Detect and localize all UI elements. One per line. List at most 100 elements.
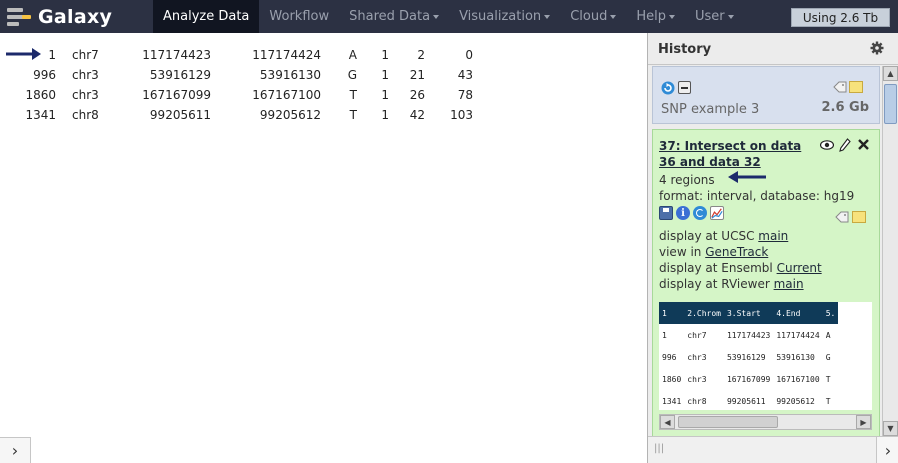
table-cell: T [349, 88, 357, 102]
tab-workflow[interactable]: Workflow [259, 0, 339, 33]
display-ucsc-main-link[interactable]: main [758, 229, 788, 243]
table-cell: 117174424 [252, 48, 321, 62]
tab-analyze-data[interactable]: Analyze Data [153, 0, 260, 33]
view-genetrack-link[interactable]: GeneTrack [705, 245, 768, 259]
table-cell: 1 [381, 48, 389, 62]
peek-cell: 117174424 [776, 330, 820, 340]
history-info: SNP example 3 2.6 Gb [652, 66, 880, 124]
peek-cell: 117174423 [726, 330, 771, 340]
dataset-format: format: interval, database: hg19 [659, 189, 855, 203]
save-icon[interactable] [659, 206, 673, 220]
rerun-icon[interactable] [693, 206, 707, 220]
tab-help[interactable]: Help [626, 0, 685, 33]
table-cell: 42 [409, 108, 425, 122]
peek-cell: 167167100 [776, 374, 820, 384]
table-cell: 996 [33, 68, 56, 82]
display-prefix: view in [659, 245, 706, 259]
tag-icon[interactable] [833, 81, 847, 93]
history-panel: History SNP example 3 2.6 Gb 37: Interse… [647, 33, 898, 463]
scroll-left-icon[interactable]: ◀ [660, 415, 675, 429]
refresh-icon[interactable] [661, 81, 675, 95]
peek-cell: chr3 [687, 374, 707, 384]
visualize-icon[interactable] [710, 206, 724, 220]
history-title: History [658, 42, 712, 57]
tag-icon[interactable] [835, 211, 849, 223]
table-cell: chr8 [72, 108, 99, 122]
peek-cell: 167167099 [726, 374, 771, 384]
caret-down-icon [727, 14, 734, 19]
pencil-icon[interactable] [839, 138, 851, 152]
tab-shared-data[interactable]: Shared Data [339, 0, 449, 33]
caret-down-icon [610, 14, 617, 19]
display-ensembl-current-link[interactable]: Current [777, 261, 822, 275]
table-cell: 26 [409, 88, 425, 102]
peek-row: 1341 chr8 99205611 99205612 T [659, 390, 838, 410]
resize-grip-icon[interactable]: ||| [654, 443, 664, 455]
table-row: 996 chr3 53916129 53916130 G 1 21 43 [0, 65, 473, 85]
collapse-all-icon[interactable] [678, 81, 691, 94]
table-cell: 167167099 [142, 88, 211, 102]
peek-row: 1860 chr3 167167099 167167100 T [659, 368, 838, 390]
history-name[interactable]: SNP example 3 [661, 102, 759, 117]
peek-horizontal-scrollbar[interactable]: ◀ ▶ [659, 414, 872, 430]
delete-icon[interactable] [857, 138, 870, 151]
peek-table: 1 2.Chrom 3.Start 4.End 5. 1 chr7 117174423 117… [659, 302, 839, 410]
pointer-arrow-icon [728, 171, 766, 183]
gear-icon[interactable] [870, 41, 884, 55]
peek-cell: T [825, 396, 831, 406]
brand[interactable]: Galaxy [4, 0, 112, 33]
table-cell: chr7 [72, 48, 99, 62]
scroll-up-icon[interactable]: ▲ [883, 66, 898, 81]
annotation-icon[interactable] [852, 211, 866, 223]
table-cell: T [349, 108, 357, 122]
annotation-icon[interactable] [849, 81, 863, 93]
scroll-down-icon[interactable]: ▼ [883, 421, 898, 436]
display-link-row: display at Ensembl Current [659, 261, 822, 275]
tab-cloud[interactable]: Cloud [560, 0, 626, 33]
peek-cell: A [825, 330, 831, 340]
scrollbar-thumb[interactable] [678, 416, 778, 428]
left-panel-toggle-button[interactable]: › [0, 437, 31, 463]
peek-column-header: 5. [822, 302, 839, 324]
tab-label: Help [636, 9, 666, 24]
tab-label: Analyze Data [163, 9, 250, 24]
quota-meter[interactable]: Using 2.6 Tb [791, 8, 890, 27]
caret-down-icon [544, 14, 551, 19]
tab-label: Shared Data [349, 9, 431, 24]
history-vertical-scrollbar[interactable]: ▲ ▼ [882, 66, 898, 436]
tab-visualization[interactable]: Visualization [449, 0, 560, 33]
dataset-title[interactable]: 37: Intersect on data 36 and data 32 [659, 138, 809, 170]
table-cell: 78 [457, 88, 473, 102]
eye-icon[interactable] [820, 140, 834, 150]
right-panel-toggle-button[interactable]: › [876, 436, 898, 463]
display-link-row: display at UCSC main [659, 229, 788, 243]
table-cell: G [347, 68, 357, 82]
tab-label: User [694, 9, 725, 24]
history-size: 2.6 Gb [821, 100, 869, 115]
center-panel: 1 chr7 117174423 117174424 A 1 2 0 996 chr3 539161… [0, 33, 647, 463]
peek-column-header: 3.Start [723, 302, 774, 324]
scroll-right-icon[interactable]: ▶ [856, 415, 871, 429]
brand-name: Galaxy [38, 5, 113, 28]
scrollbar-thumb[interactable] [884, 84, 897, 124]
peek-cell: G [825, 352, 831, 362]
history-bottom-bar: ||| [648, 436, 876, 463]
display-prefix: display at RViewer [659, 277, 774, 291]
table-cell: 99205612 [259, 108, 321, 122]
display-rviewer-main-link[interactable]: main [774, 277, 804, 291]
peek-column-header: 1 [659, 302, 685, 324]
info-icon[interactable]: i [676, 206, 690, 220]
dataset-actions: i [659, 206, 724, 220]
table-cell: 1341 [25, 108, 56, 122]
display-prefix: display at Ensembl [659, 261, 777, 275]
table-cell: 1 [381, 68, 389, 82]
peek-cell: 99205612 [776, 396, 815, 406]
masthead: Galaxy Analyze Data Workflow Shared Data… [0, 0, 898, 33]
table-cell: 2 [417, 48, 425, 62]
peek-column-header: 4.End [773, 302, 823, 324]
peek-cell: chr3 [687, 352, 707, 362]
history-scroll-area: SNP example 3 2.6 Gb 37: Intersect on da… [648, 66, 898, 436]
table-row: 1 chr7 117174423 117174424 A 1 2 0 [0, 45, 473, 65]
tab-user[interactable]: User [685, 0, 744, 33]
peek-cell: 53916130 [776, 352, 815, 362]
